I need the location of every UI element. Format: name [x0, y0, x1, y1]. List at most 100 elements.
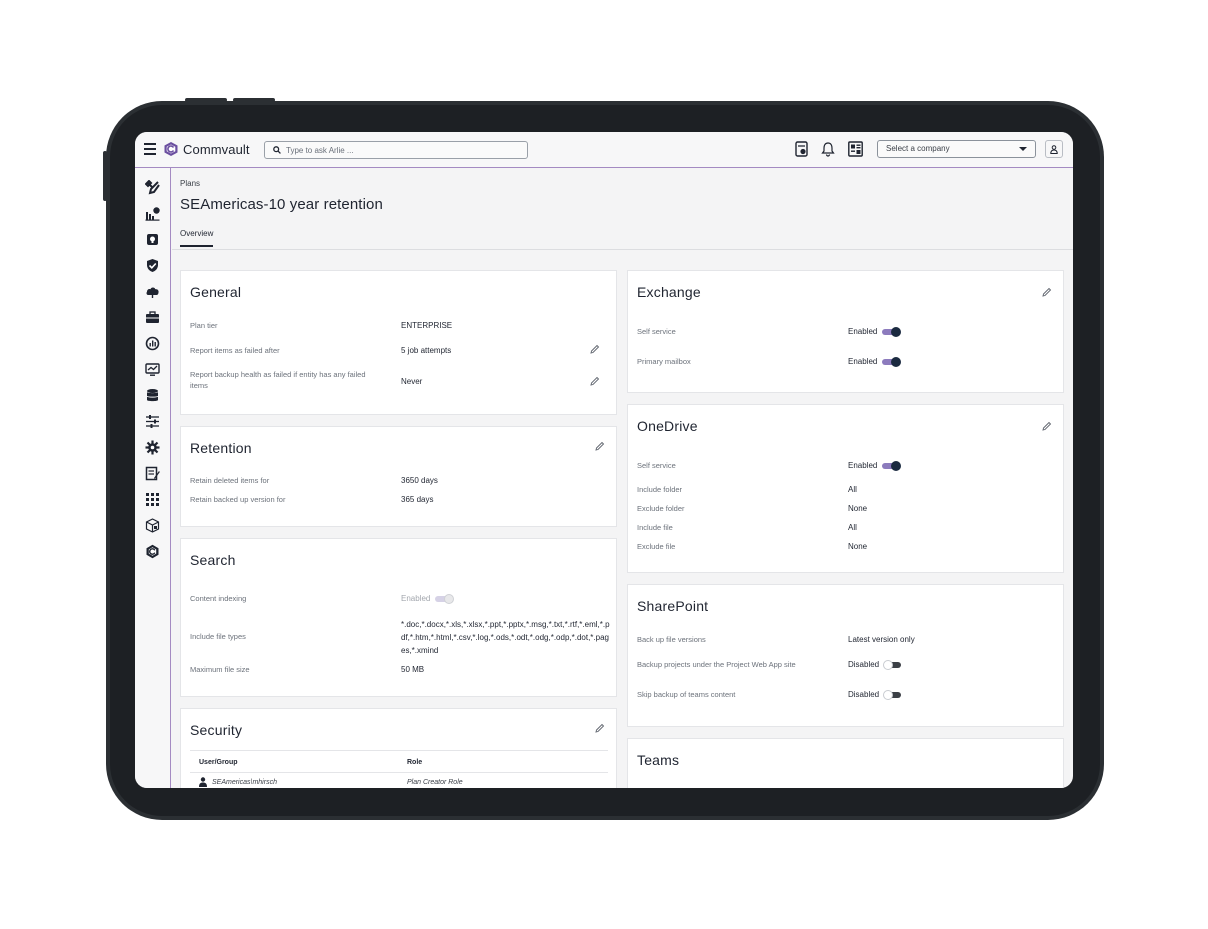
user-icon	[1050, 144, 1058, 154]
commvault-hex-icon[interactable]	[145, 544, 160, 559]
primary-mailbox-label: Primary mailbox	[637, 357, 691, 366]
tab-overview[interactable]: Overview	[180, 229, 214, 247]
project-web-app-value: Disabled	[848, 659, 902, 670]
content-indexing-status: Enabled	[401, 594, 431, 603]
protect-shield-icon[interactable]	[145, 258, 160, 273]
edit-pencil-icon[interactable]	[1041, 421, 1052, 432]
project-web-app-label: Backup projects under the Project Web Ap…	[637, 660, 796, 669]
onedrive-self-service-status: Enabled	[848, 461, 878, 470]
search-title: Search	[190, 552, 236, 568]
policy-document-icon[interactable]	[145, 466, 160, 481]
retain-deleted-value: 3650 days	[401, 476, 438, 485]
side-navigation	[135, 168, 171, 788]
tab-bar: Overview	[172, 221, 1073, 250]
edit-pencil-icon[interactable]	[594, 441, 605, 452]
exclude-file-value: None	[848, 542, 868, 551]
onedrive-self-service-toggle[interactable]	[882, 460, 902, 471]
max-file-size-value: 50 MB	[401, 665, 425, 674]
top-bar: Commvault Select a company	[135, 132, 1073, 168]
edit-pencil-icon[interactable]	[594, 723, 605, 734]
monitor-icon[interactable]	[145, 362, 160, 377]
sharepoint-card: SharePoint Back up file versions Latest …	[627, 584, 1064, 727]
column-header-user-group[interactable]: User/Group	[199, 759, 238, 766]
general-title: General	[190, 284, 242, 300]
reports-chart-icon[interactable]	[145, 206, 160, 221]
user-icon	[199, 777, 207, 787]
teams-title: Teams	[637, 752, 680, 768]
edit-pencil-icon[interactable]	[589, 376, 600, 387]
onedrive-card: OneDrive Self service Enabled Include fo…	[627, 404, 1064, 573]
menu-icon[interactable]	[144, 143, 156, 155]
exchange-card: Exchange Self service Enabled Primary ma…	[627, 270, 1064, 393]
breadcrumb[interactable]: Plans	[180, 179, 200, 188]
onedrive-self-service-label: Self service	[637, 461, 676, 470]
company-select[interactable]: Select a company	[877, 140, 1036, 158]
tools-icon[interactable]	[145, 180, 160, 195]
jobs-icon[interactable]	[795, 141, 809, 157]
user-menu-button[interactable]	[1045, 140, 1063, 158]
project-web-app-status: Disabled	[848, 660, 880, 669]
plan-tier-label: Plan tier	[190, 321, 218, 330]
search-input[interactable]	[286, 145, 506, 155]
project-web-app-toggle[interactable]	[883, 659, 902, 670]
configuration-sliders-icon[interactable]	[145, 414, 160, 429]
storage-database-icon[interactable]	[145, 388, 160, 403]
plan-tier-value: ENTERPRISE	[401, 321, 453, 330]
sharepoint-title: SharePoint	[637, 598, 709, 614]
briefcase-icon[interactable]	[145, 310, 160, 325]
content-indexing-label: Content indexing	[190, 594, 247, 603]
content-indexing-value: Enabled	[401, 593, 455, 604]
exclude-folder-label: Exclude folder	[637, 504, 685, 513]
main-content: Plans SEAmericas-10 year retention Overv…	[172, 169, 1073, 788]
search-bar[interactable]	[264, 141, 528, 159]
apps-grid-icon[interactable]	[145, 492, 160, 507]
edit-pencil-icon[interactable]	[589, 344, 600, 355]
table-cell-user[interactable]: SEAmericas\mhirsch	[212, 779, 277, 786]
dashboard-icon[interactable]	[848, 141, 863, 157]
primary-mailbox-value: Enabled	[848, 356, 902, 367]
page-title: SEAmericas-10 year retention	[180, 196, 383, 213]
security-title: Security	[190, 722, 243, 738]
primary-mailbox-status: Enabled	[848, 357, 878, 366]
file-versions-value: Latest version only	[848, 635, 915, 644]
commvault-logo-icon	[164, 142, 178, 156]
retain-version-label: Retain backed up version for	[190, 495, 286, 504]
activity-gauge-icon[interactable]	[145, 336, 160, 351]
brand-name: Commvault	[183, 141, 250, 157]
app-screen: Commvault Select a company	[135, 132, 1073, 788]
cloud-restore-icon[interactable]	[145, 284, 160, 299]
retention-card: Retention Retain deleted items for 3650 …	[180, 426, 617, 527]
edit-pencil-icon[interactable]	[1041, 287, 1052, 298]
company-select-value: Select a company	[886, 144, 950, 153]
general-card: General Plan tier ENTERPRISE Report item…	[180, 270, 617, 415]
chevron-down-icon	[1019, 147, 1027, 151]
retention-title: Retention	[190, 440, 252, 456]
exchange-self-service-status: Enabled	[848, 327, 878, 336]
column-header-role[interactable]: Role	[407, 759, 422, 766]
exchange-self-service-toggle[interactable]	[882, 326, 902, 337]
exchange-title: Exchange	[637, 284, 701, 300]
security-badge-icon[interactable]	[145, 232, 160, 247]
report-health-value: Never	[401, 377, 423, 386]
skip-teams-toggle[interactable]	[883, 689, 902, 700]
exchange-self-service-label: Self service	[637, 327, 676, 336]
workflow-cubes-icon[interactable]	[145, 518, 160, 533]
content-indexing-toggle	[435, 593, 455, 604]
security-card: Security User/Group Role SEAmericas\mhir…	[180, 708, 617, 788]
exchange-self-service-value: Enabled	[848, 326, 902, 337]
exclude-file-label: Exclude file	[637, 542, 676, 551]
skip-teams-label: Skip backup of teams content	[637, 690, 736, 699]
brand-logo[interactable]: Commvault	[163, 141, 250, 157]
table-cell-role: Plan Creator Role	[407, 779, 463, 786]
skip-teams-value: Disabled	[848, 689, 902, 700]
max-file-size-label: Maximum file size	[190, 665, 250, 674]
settings-gear-icon[interactable]	[145, 440, 160, 455]
include-file-value: All	[848, 523, 857, 532]
include-file-label: Include file	[637, 523, 673, 532]
skip-teams-status: Disabled	[848, 690, 880, 699]
report-health-label: Report backup health as failed if entity…	[190, 370, 366, 390]
table-divider	[190, 750, 608, 751]
include-file-types-value: *.doc,*.docx,*.xls,*.xlsx,*.ppt,*.pptx,*…	[401, 620, 610, 655]
notification-bell-icon[interactable]	[821, 141, 835, 157]
primary-mailbox-toggle[interactable]	[882, 356, 902, 367]
